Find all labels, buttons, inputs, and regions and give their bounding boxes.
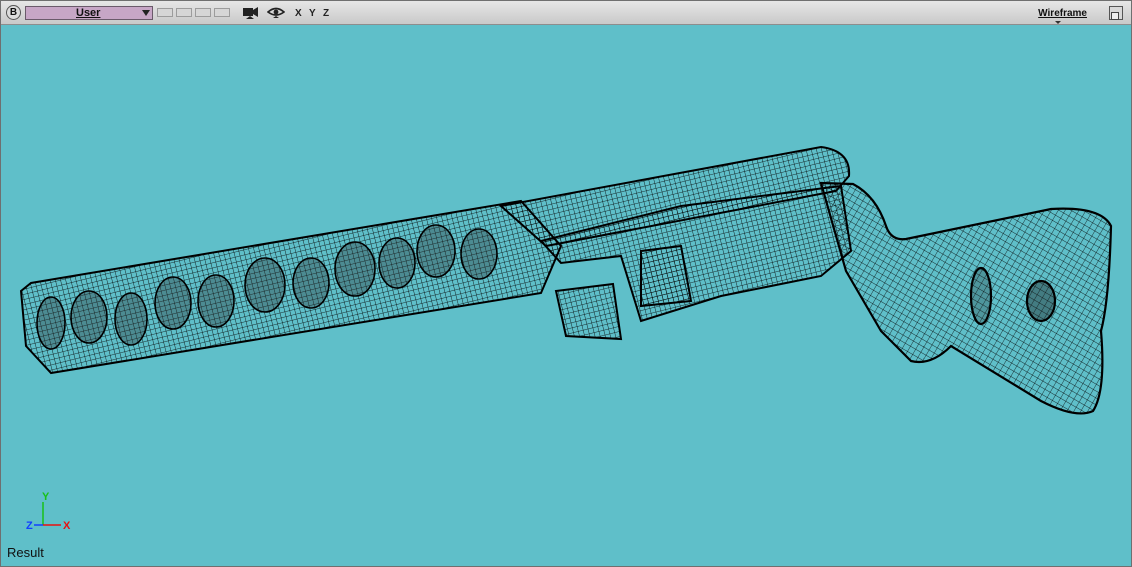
layout-slot-1[interactable] <box>157 8 173 17</box>
layout-slot-4[interactable] <box>214 8 230 17</box>
shading-mode-select[interactable]: Wireframe <box>1038 8 1087 19</box>
chevron-down-icon <box>142 10 150 16</box>
viewport-status-label: Result <box>7 545 44 560</box>
b-badge-icon[interactable]: B <box>6 5 21 20</box>
axis-y-label: Y <box>42 491 50 503</box>
viewport-window: B User X Y Z Wireframe Y Z X Result <box>0 0 1132 567</box>
layout-slot-3[interactable] <box>195 8 211 17</box>
chevron-down-icon <box>1055 21 1061 24</box>
layout-slot-2[interactable] <box>176 8 192 17</box>
video-camera-icon[interactable] <box>242 6 260 20</box>
maximize-icon[interactable] <box>1109 6 1123 20</box>
axis-z-label: Z <box>26 520 33 532</box>
axis-triad: Y Z X <box>26 491 71 532</box>
wireframe-model <box>19 145 1113 415</box>
3d-viewport[interactable]: Y Z X Result <box>1 25 1131 566</box>
stock <box>819 181 1113 415</box>
axis-x-button[interactable]: X <box>295 8 302 19</box>
viewport-toolbar: B User X Y Z Wireframe <box>1 1 1131 25</box>
axis-z-button[interactable]: Z <box>323 8 329 19</box>
camera-select[interactable]: User <box>25 6 153 20</box>
eye-icon[interactable] <box>267 6 285 20</box>
camera-select-label: User <box>76 7 101 19</box>
axis-x-label: X <box>63 520 71 532</box>
axis-y-button[interactable]: Y <box>309 8 316 19</box>
